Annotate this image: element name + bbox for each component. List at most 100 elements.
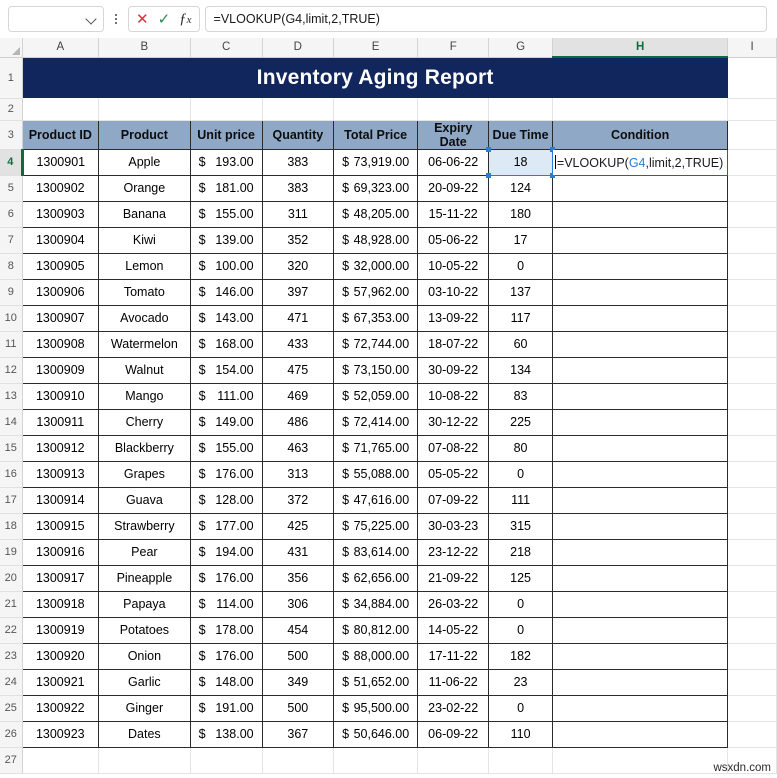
cell-expiry-date[interactable]: 26-03-22	[417, 590, 490, 618]
cell-i2[interactable]	[727, 98, 777, 121]
cell-due-time[interactable]: 60	[488, 330, 553, 358]
cell-quantity[interactable]: 356	[261, 564, 335, 592]
cell-condition[interactable]	[551, 486, 729, 514]
cell-due-time[interactable]: 80	[488, 434, 553, 462]
cell-product[interactable]: Blackberry	[98, 434, 191, 462]
cell-product-id[interactable]: 1300917	[21, 564, 100, 592]
cell-unit-price[interactable]: $155.00	[189, 434, 263, 462]
cell-due-time-referenced[interactable]: 18	[486, 146, 555, 178]
cell-i6[interactable]	[727, 201, 777, 228]
cell-due-time[interactable]: 0	[488, 694, 553, 722]
cell-g27[interactable]	[488, 747, 553, 774]
cell-i18[interactable]	[727, 513, 777, 540]
cell-quantity[interactable]: 383	[261, 148, 335, 176]
cell-product[interactable]: Tomato	[98, 278, 191, 306]
cell-i7[interactable]	[727, 227, 777, 254]
cell-unit-price[interactable]: $111.00	[189, 382, 263, 410]
cell-product[interactable]: Strawberry	[98, 512, 191, 540]
row-header-16[interactable]: 16	[0, 461, 23, 488]
cell-quantity[interactable]: 349	[261, 668, 335, 696]
cell-unit-price[interactable]: $148.00	[189, 668, 263, 696]
cell-i25[interactable]	[727, 695, 777, 722]
cell-product[interactable]: Kiwi	[98, 226, 191, 254]
cell-product[interactable]: Ginger	[98, 694, 191, 722]
cell-product-id[interactable]: 1300921	[21, 668, 100, 696]
row-header-19[interactable]: 19	[0, 539, 23, 566]
cell-condition[interactable]	[551, 694, 729, 722]
cell-product-id[interactable]: 1300923	[21, 720, 100, 748]
cell-product[interactable]: Apple	[98, 148, 191, 176]
cell-due-time[interactable]: 315	[488, 512, 553, 540]
cell-condition[interactable]	[551, 642, 729, 670]
cell-product[interactable]: Papaya	[98, 590, 191, 618]
select-all-corner[interactable]	[0, 38, 23, 58]
cell-expiry-date[interactable]: 30-09-22	[417, 356, 490, 384]
cell-a2[interactable]	[22, 98, 100, 121]
row-header-14[interactable]: 14	[0, 409, 23, 436]
cell-condition[interactable]	[551, 434, 729, 462]
cell-product[interactable]: Guava	[98, 486, 191, 514]
cell-expiry-date[interactable]: 17-11-22	[417, 642, 490, 670]
row-header-8[interactable]: 8	[0, 253, 23, 280]
cell-quantity[interactable]: 425	[261, 512, 335, 540]
cell-i22[interactable]	[727, 617, 777, 644]
cell-product-id[interactable]: 1300910	[21, 382, 100, 410]
cell-condition[interactable]	[551, 720, 729, 748]
cell-total-price[interactable]: $51,652.00	[333, 668, 419, 696]
cell-total-price[interactable]: $50,646.00	[333, 720, 419, 748]
cell-b2[interactable]	[98, 98, 191, 121]
formula-input[interactable]: =VLOOKUP(G4,limit,2,TRUE)	[204, 6, 767, 32]
cell-product-id[interactable]: 1300919	[21, 616, 100, 644]
cell-due-time[interactable]: 0	[488, 616, 553, 644]
cell-condition[interactable]	[551, 278, 729, 306]
cell-quantity[interactable]: 454	[261, 616, 335, 644]
cell-unit-price[interactable]: $139.00	[189, 226, 263, 254]
cell-condition[interactable]	[551, 538, 729, 566]
column-header-e[interactable]: E	[333, 38, 419, 58]
cell-h2[interactable]	[552, 98, 729, 121]
cell-g2[interactable]	[488, 98, 553, 121]
cell-quantity[interactable]: 320	[261, 252, 335, 280]
cell-product-id[interactable]: 1300922	[21, 694, 100, 722]
cell-product-id[interactable]: 1300920	[21, 642, 100, 670]
cell-product-id[interactable]: 1300913	[21, 460, 100, 488]
column-header-g[interactable]: G	[488, 38, 553, 58]
column-header-a[interactable]: A	[22, 38, 100, 58]
cell-f27[interactable]	[417, 747, 490, 774]
cell-product[interactable]: Potatoes	[98, 616, 191, 644]
row-header-20[interactable]: 20	[0, 565, 23, 592]
cell-total-price[interactable]: $72,414.00	[333, 408, 419, 436]
cell-c2[interactable]	[190, 98, 263, 121]
cell-condition[interactable]	[551, 174, 729, 202]
row-header-25[interactable]: 25	[0, 695, 23, 722]
cell-product[interactable]: Cherry	[98, 408, 191, 436]
cell-i20[interactable]	[727, 565, 777, 592]
cell-quantity[interactable]: 471	[261, 304, 335, 332]
cell-unit-price[interactable]: $176.00	[189, 564, 263, 592]
cell-product[interactable]: Garlic	[98, 668, 191, 696]
cell-quantity[interactable]: 431	[261, 538, 335, 566]
cell-due-time[interactable]: 125	[488, 564, 553, 592]
cell-i1[interactable]	[727, 57, 777, 99]
cell-condition[interactable]	[551, 512, 729, 540]
cell-product-id[interactable]: 1300904	[21, 226, 100, 254]
more-options-icon[interactable]	[107, 6, 125, 32]
cell-expiry-date[interactable]: 05-06-22	[417, 226, 490, 254]
cell-due-time[interactable]: 0	[488, 460, 553, 488]
cell-total-price[interactable]: $73,150.00	[333, 356, 419, 384]
cell-quantity[interactable]: 486	[261, 408, 335, 436]
cell-total-price[interactable]: $62,656.00	[333, 564, 419, 592]
row-header-2[interactable]: 2	[0, 98, 23, 121]
row-header-12[interactable]: 12	[0, 357, 23, 384]
cell-product[interactable]: Grapes	[98, 460, 191, 488]
cell-product[interactable]: Pineapple	[98, 564, 191, 592]
row-header-27[interactable]: 27	[0, 747, 23, 774]
cell-condition[interactable]	[551, 382, 729, 410]
cell-expiry-date[interactable]: 21-09-22	[417, 564, 490, 592]
cell-product-id[interactable]: 1300909	[21, 356, 100, 384]
cell-total-price[interactable]: $34,884.00	[333, 590, 419, 618]
cell-total-price[interactable]: $55,088.00	[333, 460, 419, 488]
cell-quantity[interactable]: 311	[261, 200, 335, 228]
cell-expiry-date[interactable]: 14-05-22	[417, 616, 490, 644]
cell-due-time[interactable]: 182	[488, 642, 553, 670]
